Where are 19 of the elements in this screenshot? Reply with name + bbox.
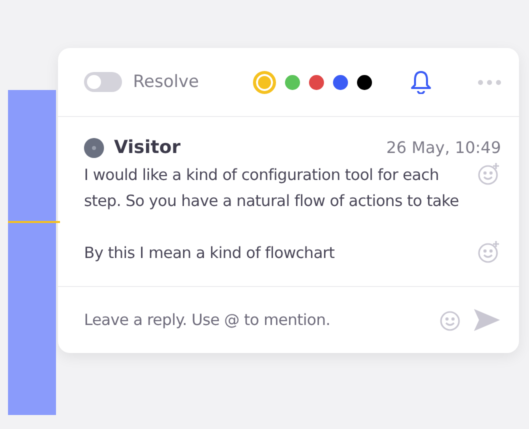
comment-text: By this I mean a kind of flowchart <box>84 243 336 264</box>
author-name: Visitor <box>114 137 181 158</box>
color-option[interactable] <box>357 74 372 90</box>
avatar <box>84 138 104 158</box>
resolve-label: Resolve <box>133 72 200 92</box>
comment-text: I would like a kind of configuration tool for each step. So you have a natural flow of actions to take <box>84 165 460 212</box>
connector-line <box>8 221 60 223</box>
color-option[interactable] <box>253 70 276 94</box>
color-option[interactable] <box>309 74 324 90</box>
emoji-icon[interactable] <box>439 308 463 332</box>
resolve-toggle[interactable] <box>84 72 122 92</box>
add-reaction-icon[interactable] <box>477 162 501 186</box>
bell-icon[interactable] <box>410 70 432 94</box>
color-option[interactable] <box>285 74 300 90</box>
add-reaction-icon[interactable] <box>477 240 501 264</box>
color-option[interactable] <box>333 74 348 90</box>
more-options-icon[interactable] <box>478 80 501 84</box>
comment-time: 26 May, 10:49 <box>386 138 501 157</box>
send-icon[interactable] <box>473 308 501 332</box>
